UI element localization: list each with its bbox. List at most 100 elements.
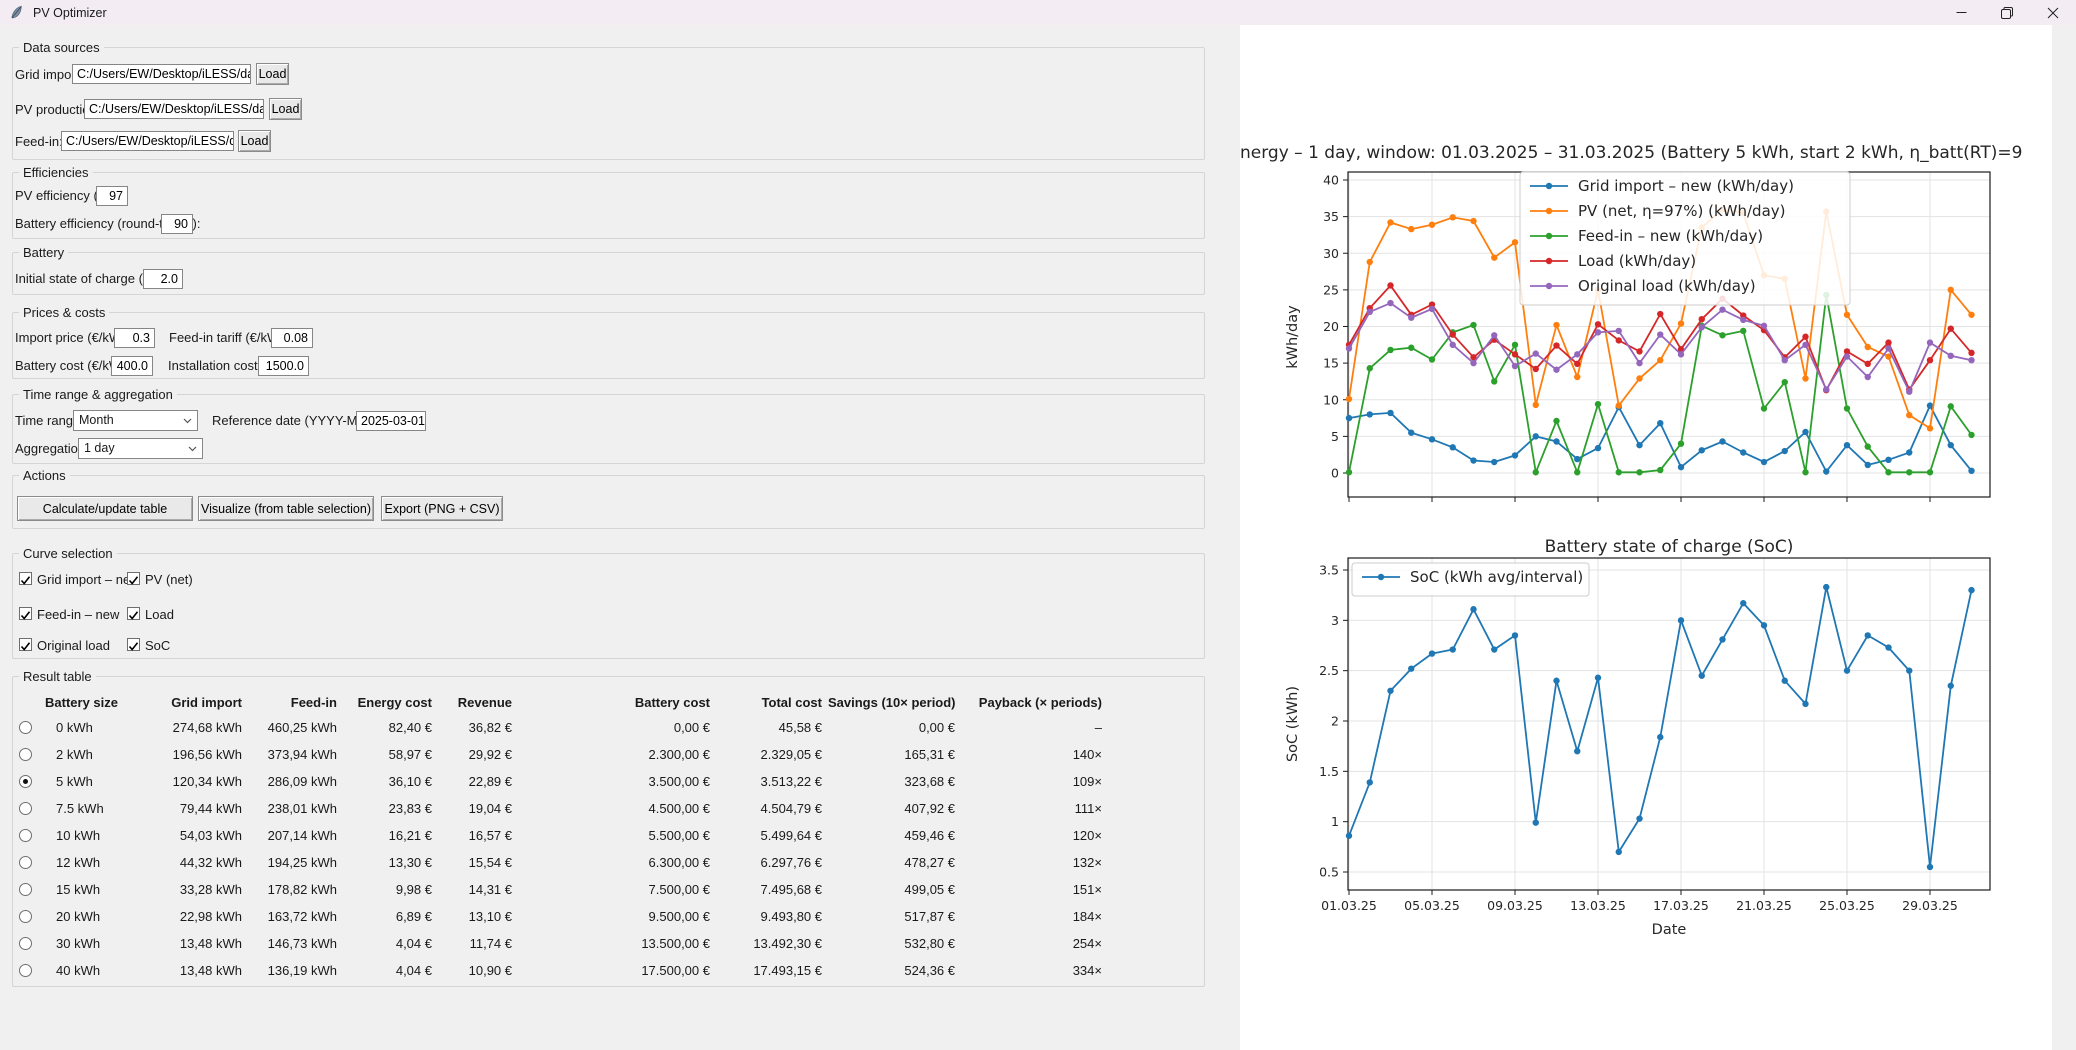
installation-cost-field[interactable]: 1500.0 bbox=[258, 356, 309, 376]
svg-text:1.5: 1.5 bbox=[1319, 764, 1339, 779]
pv-production-path-field[interactable]: C:/Users/EW/Desktop/iLESS/daten/Froniu bbox=[84, 99, 264, 119]
export-button[interactable]: Export (PNG + CSV) bbox=[381, 496, 503, 521]
app-window: PV Optimizer Data sources Grid import:C:… bbox=[0, 0, 2076, 1050]
cell-revenue: 16,57 € bbox=[438, 828, 518, 843]
cell-savings-10-period: 517,87 € bbox=[828, 909, 961, 924]
table-row-10-kwh[interactable]: 10 kWh54,03 kWh207,14 kWh16,21 €16,57 €5… bbox=[13, 822, 1108, 849]
chevron-down-icon bbox=[183, 418, 192, 424]
column-header-energy-cost[interactable]: Energy cost bbox=[343, 695, 438, 710]
feed-in-label: Feed-in: bbox=[15, 131, 63, 152]
table-row-30-kwh[interactable]: 30 kWh13,48 kWh146,73 kWh4,04 €11,74 €13… bbox=[13, 930, 1108, 957]
cell-energy-cost: 4,04 € bbox=[343, 936, 438, 951]
table-row-20-kwh[interactable]: 20 kWh22,98 kWh163,72 kWh6,89 €13,10 €9.… bbox=[13, 903, 1108, 930]
svg-text:SoC (kWh): SoC (kWh) bbox=[1285, 686, 1301, 762]
calculate-button[interactable]: Calculate/update table bbox=[17, 496, 193, 521]
aggregation-combobox[interactable]: 1 day bbox=[78, 438, 203, 459]
row-radio-5-kwh[interactable] bbox=[19, 775, 32, 788]
table-row-15-kwh[interactable]: 15 kWh33,28 kWh178,82 kWh9,98 €14,31 €7.… bbox=[13, 876, 1108, 903]
checkbox-grid-import-new[interactable] bbox=[19, 572, 32, 585]
time-range-value: Month bbox=[79, 413, 114, 427]
column-header-savings-10-period[interactable]: Savings (10× period) bbox=[828, 695, 961, 710]
row-radio-0-kwh[interactable] bbox=[19, 721, 32, 734]
cell-feed-in: 136,19 kWh bbox=[248, 963, 343, 978]
pv-production-load-button[interactable]: Load bbox=[269, 98, 302, 120]
table-row-2-kwh[interactable]: 2 kWh196,56 kWh373,94 kWh58,97 €29,92 €2… bbox=[13, 741, 1108, 768]
cell-payback-periods: 120× bbox=[961, 828, 1108, 843]
svg-text:3: 3 bbox=[1331, 613, 1339, 628]
svg-text:Battery state of charge (SoC): Battery state of charge (SoC) bbox=[1545, 537, 1794, 557]
row-radio-20-kwh[interactable] bbox=[19, 910, 32, 923]
grid-import-path-field[interactable]: C:/Users/EW/Desktop/iLESS/daten/bezug bbox=[72, 64, 251, 84]
cell-grid-import: 274,68 kWh bbox=[153, 720, 248, 735]
cell-payback-periods: – bbox=[961, 720, 1108, 735]
cell-revenue: 13,10 € bbox=[438, 909, 518, 924]
feed-in-load-button[interactable]: Load bbox=[238, 130, 271, 152]
cell-savings-10-period: 0,00 € bbox=[828, 720, 961, 735]
row-radio-12-kwh[interactable] bbox=[19, 856, 32, 869]
column-header-payback-periods[interactable]: Payback (× periods) bbox=[961, 695, 1108, 710]
column-header-feed-in[interactable]: Feed-in bbox=[248, 695, 343, 710]
table-row-12-kwh[interactable]: 12 kWh44,32 kWh194,25 kWh13,30 €15,54 €6… bbox=[13, 849, 1108, 876]
row-radio-15-kwh[interactable] bbox=[19, 883, 32, 896]
restore-icon[interactable] bbox=[1984, 0, 2030, 25]
reference-date-field[interactable]: 2025-03-01 bbox=[356, 411, 426, 431]
aggregation-value: 1 day bbox=[84, 441, 115, 455]
group-prices: Prices & costs Import price (€/kWh): 0.3… bbox=[12, 312, 1205, 379]
checkbox-feed-in-new[interactable] bbox=[19, 607, 32, 620]
table-row-40-kwh[interactable]: 40 kWh13,48 kWh136,19 kWh4,04 €10,90 €17… bbox=[13, 957, 1108, 984]
cell-payback-periods: 111× bbox=[961, 801, 1108, 816]
import-price-field[interactable]: 0.3 bbox=[114, 328, 155, 348]
visualize-button[interactable]: Visualize (from table selection) bbox=[198, 496, 374, 521]
svg-text:Grid import – new (kWh/day): Grid import – new (kWh/day) bbox=[1578, 177, 1794, 195]
cell-grid-import: 44,32 kWh bbox=[153, 855, 248, 870]
row-radio-30-kwh[interactable] bbox=[19, 937, 32, 950]
column-header-revenue[interactable]: Revenue bbox=[438, 695, 518, 710]
grid-import-load-button[interactable]: Load bbox=[256, 63, 289, 85]
group-battery: Battery Initial state of charge (kWh): 2… bbox=[12, 252, 1205, 295]
svg-text:PV (net, η=97%) (kWh/day): PV (net, η=97%) (kWh/day) bbox=[1578, 202, 1786, 220]
cell-energy-cost: 9,98 € bbox=[343, 882, 438, 897]
group-curve-selection: Curve selection Grid import – newPV (net… bbox=[12, 553, 1205, 659]
cell-battery-cost: 3.500,00 € bbox=[518, 774, 716, 789]
column-header-battery-size[interactable]: Battery size bbox=[37, 695, 153, 710]
cell-payback-periods: 109× bbox=[961, 774, 1108, 789]
row-radio-2-kwh[interactable] bbox=[19, 748, 32, 761]
battery-cost-field[interactable]: 400.0 bbox=[111, 356, 153, 376]
checkbox-load[interactable] bbox=[127, 607, 140, 620]
pv-efficiency-field[interactable]: 97 bbox=[96, 186, 128, 206]
cell-payback-periods: 184× bbox=[961, 909, 1108, 924]
column-header-total-cost[interactable]: Total cost bbox=[716, 695, 828, 710]
table-row-5-kwh[interactable]: 5 kWh120,34 kWh286,09 kWh36,10 €22,89 €3… bbox=[13, 768, 1108, 795]
table-row-0-kwh[interactable]: 0 kWh274,68 kWh460,25 kWh82,40 €36,82 €0… bbox=[13, 714, 1108, 741]
cell-battery-cost: 4.500,00 € bbox=[518, 801, 716, 816]
checkbox-label-soc: SoC bbox=[145, 638, 170, 653]
svg-text:5: 5 bbox=[1331, 429, 1339, 444]
minimize-icon[interactable] bbox=[1938, 0, 1984, 25]
initial-soc-field[interactable]: 2.0 bbox=[143, 269, 183, 289]
cell-battery-size: 7.5 kWh bbox=[37, 801, 153, 816]
checkbox-pv-net[interactable] bbox=[127, 572, 140, 585]
cell-grid-import: 22,98 kWh bbox=[153, 909, 248, 924]
cell-total-cost: 6.297,76 € bbox=[716, 855, 828, 870]
group-title: Efficiencies bbox=[19, 165, 93, 180]
cell-energy-cost: 16,21 € bbox=[343, 828, 438, 843]
checkbox-original-load[interactable] bbox=[19, 638, 32, 651]
battery-efficiency-field[interactable]: 90 bbox=[161, 214, 193, 234]
feed-in-path-field[interactable]: C:/Users/EW/Desktop/iLESS/daten/einspe bbox=[61, 131, 234, 151]
column-header-grid-import[interactable]: Grid import bbox=[153, 695, 248, 710]
feed-in-tariff-field[interactable]: 0.08 bbox=[271, 328, 313, 348]
svg-text:3.5: 3.5 bbox=[1319, 562, 1339, 577]
table-row-7-5-kwh[interactable]: 7.5 kWh79,44 kWh238,01 kWh23,83 €19,04 €… bbox=[13, 795, 1108, 822]
column-header-battery-cost[interactable]: Battery cost bbox=[518, 695, 716, 710]
cell-payback-periods: 254× bbox=[961, 936, 1108, 951]
close-icon[interactable] bbox=[2030, 0, 2076, 25]
checkbox-soc[interactable] bbox=[127, 638, 140, 651]
row-radio-40-kwh[interactable] bbox=[19, 964, 32, 977]
group-title: Actions bbox=[19, 468, 70, 483]
time-range-combobox[interactable]: Month bbox=[73, 410, 198, 431]
row-radio-10-kwh[interactable] bbox=[19, 829, 32, 842]
cell-battery-size: 2 kWh bbox=[37, 747, 153, 762]
svg-text:13.03.25: 13.03.25 bbox=[1570, 898, 1626, 913]
cell-energy-cost: 82,40 € bbox=[343, 720, 438, 735]
row-radio-7-5-kwh[interactable] bbox=[19, 802, 32, 815]
